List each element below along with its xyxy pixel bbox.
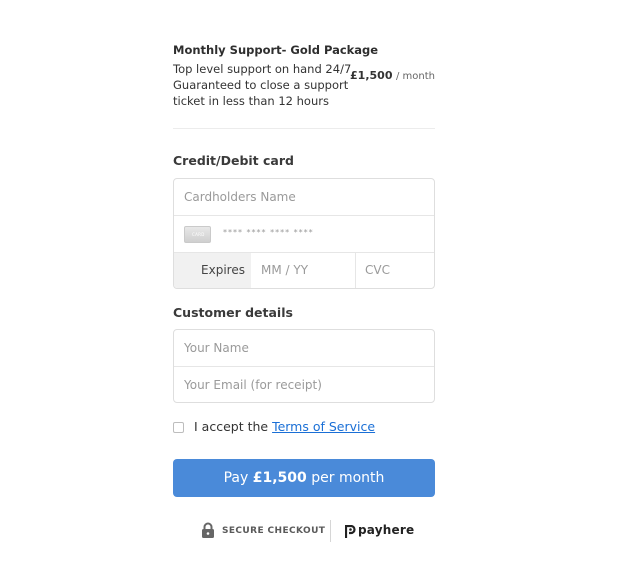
card-number-input[interactable]: CARD **** **** **** **** bbox=[174, 216, 434, 253]
expires-label-cell: Expires bbox=[174, 253, 251, 288]
price-period: / month bbox=[395, 71, 435, 82]
credit-card-icon: CARD bbox=[184, 226, 211, 243]
pay-button-suffix: per month bbox=[306, 470, 385, 486]
expiry-cvc-row: Expires MM / YY CVC bbox=[174, 253, 434, 288]
terms-checkbox[interactable] bbox=[173, 422, 184, 433]
price-amount: £1,500 bbox=[350, 69, 393, 82]
secure-checkout-label: SECURE CHECKOUT bbox=[222, 526, 326, 536]
customer-section-title: Customer details bbox=[173, 305, 293, 320]
cvc-divider bbox=[355, 253, 356, 288]
section-divider bbox=[173, 128, 435, 129]
customer-details-form: Your Name Your Email (for receipt) bbox=[173, 329, 435, 403]
pay-button-amount: £1,500 bbox=[252, 470, 307, 486]
customer-name-placeholder: Your Name bbox=[184, 341, 249, 355]
product-price: £1,500 / month bbox=[350, 69, 435, 82]
customer-email-placeholder: Your Email (for receipt) bbox=[184, 378, 322, 392]
card-section-title: Credit/Debit card bbox=[173, 153, 294, 168]
expiry-input[interactable]: MM / YY bbox=[261, 263, 308, 277]
lock-icon bbox=[202, 522, 214, 538]
product-description: Top level support on hand 24/7. Guarante… bbox=[173, 62, 355, 108]
customer-name-input[interactable]: Your Name bbox=[174, 330, 434, 367]
product-summary: Monthly Support- Gold Package Top level … bbox=[173, 43, 435, 113]
customer-email-input[interactable]: Your Email (for receipt) bbox=[174, 367, 434, 402]
product-name: Monthly Support- Gold Package bbox=[173, 43, 379, 57]
expires-label: Expires bbox=[201, 263, 245, 277]
checkout-footer: SECURE CHECKOUT payhere bbox=[0, 518, 618, 544]
cardholder-name-input[interactable]: Cardholders Name bbox=[174, 179, 434, 216]
payhere-brand: payhere bbox=[358, 523, 415, 537]
card-icon-label: CARD bbox=[192, 232, 205, 237]
pay-button[interactable]: Pay £1,500 per month bbox=[173, 459, 435, 497]
pay-button-prefix: Pay bbox=[223, 470, 253, 486]
terms-prefix: I accept the bbox=[194, 419, 273, 434]
payhere-logo-icon bbox=[345, 525, 356, 538]
terms-of-service-link[interactable]: Terms of Service bbox=[272, 419, 375, 434]
card-number-placeholder: **** **** **** **** bbox=[223, 228, 314, 237]
cvc-input[interactable]: CVC bbox=[365, 263, 390, 277]
cardholder-name-placeholder: Cardholders Name bbox=[184, 190, 296, 204]
card-details-form: Cardholders Name CARD **** **** **** ***… bbox=[173, 178, 435, 289]
terms-label: I accept the Terms of Service bbox=[194, 419, 375, 434]
footer-divider bbox=[330, 520, 331, 542]
